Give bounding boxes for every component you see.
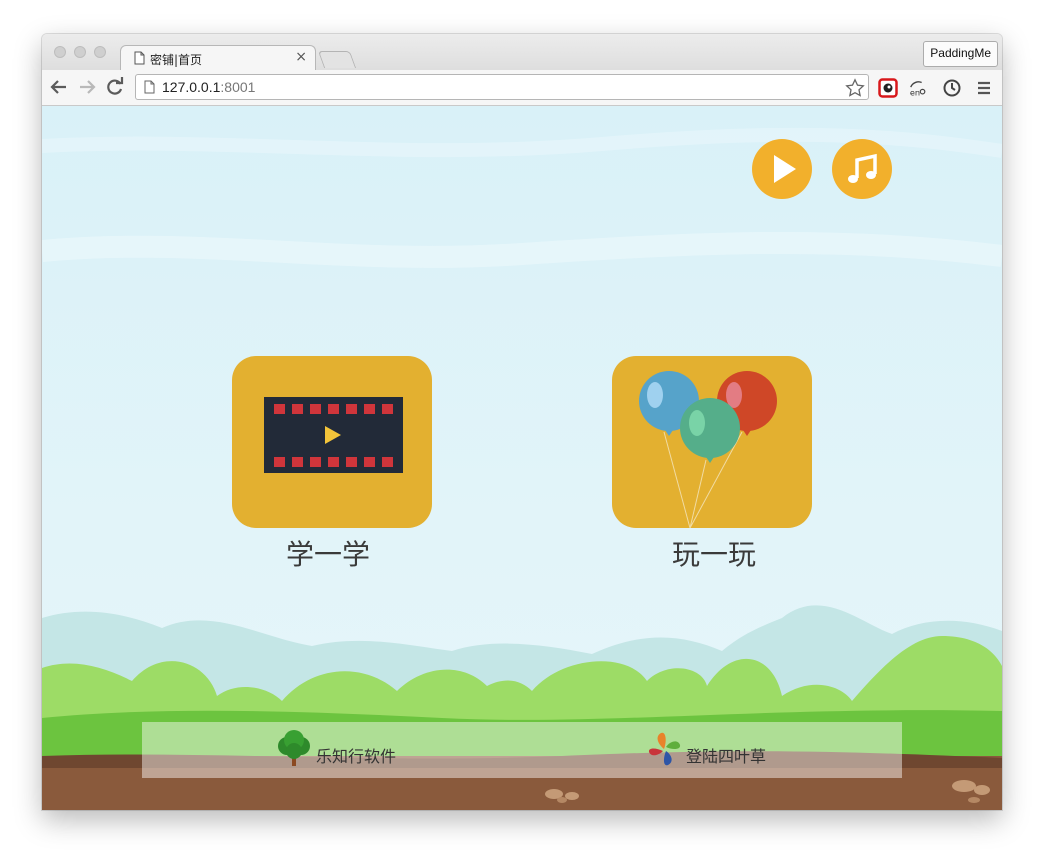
address-bar[interactable]: 127.0.0.1:8001 bbox=[135, 74, 869, 100]
play-button[interactable] bbox=[752, 139, 812, 199]
forward-arrow-icon bbox=[80, 80, 96, 94]
bookmark-star-icon[interactable] bbox=[845, 78, 865, 98]
four-leaf-logo-icon bbox=[648, 732, 681, 766]
back-button[interactable] bbox=[48, 76, 70, 98]
back-arrow-icon bbox=[50, 80, 66, 94]
learn-tile[interactable] bbox=[232, 356, 432, 528]
tree-logo-icon bbox=[278, 730, 310, 766]
reload-button[interactable] bbox=[104, 76, 126, 98]
reload-icon bbox=[107, 77, 124, 95]
profile-button[interactable]: PaddingMe bbox=[923, 41, 998, 67]
forward-button[interactable] bbox=[76, 76, 98, 98]
new-tab-button[interactable] bbox=[317, 51, 357, 68]
footer-bar: 乐知行软件 登陆四叶草 bbox=[142, 722, 902, 778]
balloons-icon bbox=[639, 371, 777, 528]
play-icon bbox=[774, 155, 796, 183]
page-viewport: 学一学 玩一玩 乐知行软件 登陆四叶草 bbox=[42, 106, 1002, 810]
translate-extension-icon[interactable]: en bbox=[908, 78, 928, 98]
menu-icon[interactable] bbox=[974, 78, 994, 98]
url-port: :8001 bbox=[220, 79, 256, 95]
url-text: 127.0.0.1:8001 bbox=[162, 79, 255, 95]
title-bar: 密铺|首页 × PaddingMe bbox=[42, 34, 1002, 71]
svg-text:en: en bbox=[910, 87, 920, 97]
tab-close-icon[interactable]: × bbox=[295, 49, 307, 65]
browser-window: 密铺|首页 × PaddingMe 127.0.0.1:8001 en 学一学 … bbox=[42, 34, 1002, 810]
footer-link-label[interactable]: 登陆四叶草 bbox=[686, 743, 766, 767]
screenshot-extension-icon[interactable] bbox=[878, 78, 898, 98]
film-strip-icon bbox=[264, 397, 403, 473]
browser-tab[interactable]: 密铺|首页 × bbox=[120, 45, 316, 71]
music-note-icon bbox=[848, 153, 877, 183]
url-host: 127.0.0.1 bbox=[162, 79, 221, 95]
page-icon bbox=[144, 80, 155, 94]
footer-link-label[interactable]: 乐知行软件 bbox=[316, 743, 396, 767]
music-button[interactable] bbox=[832, 139, 892, 199]
clock-extension-icon[interactable] bbox=[942, 78, 962, 98]
close-window-button[interactable] bbox=[54, 46, 66, 58]
minimize-window-button[interactable] bbox=[74, 46, 86, 58]
play-tile-label[interactable]: 玩一玩 bbox=[614, 533, 814, 573]
zoom-window-button[interactable] bbox=[94, 46, 106, 58]
browser-toolbar: 127.0.0.1:8001 en bbox=[42, 70, 1002, 106]
learn-tile-label[interactable]: 学一学 bbox=[228, 533, 428, 573]
landscape-background bbox=[42, 127, 1002, 810]
play-tile[interactable] bbox=[612, 356, 812, 528]
tab-title: 密铺|首页 bbox=[150, 53, 203, 67]
page-icon bbox=[134, 51, 145, 65]
